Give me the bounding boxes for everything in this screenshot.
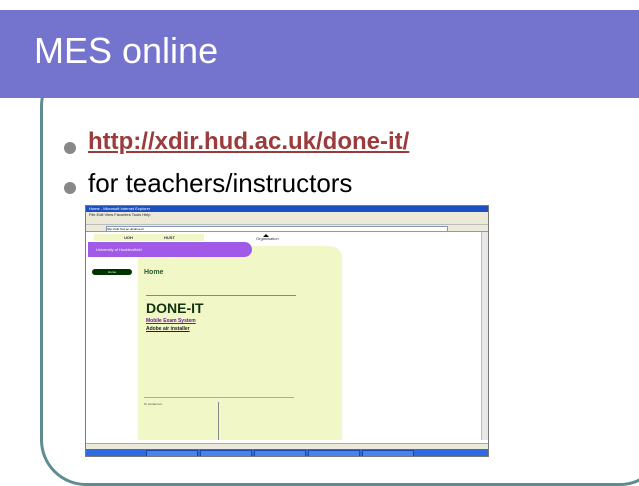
slide-title: MES online (34, 30, 219, 71)
browser-toolbar (86, 217, 488, 225)
contact-heading: To contact us: (144, 402, 163, 406)
divider (144, 397, 294, 398)
bullet-icon (64, 142, 76, 154)
browser-scrollbar (481, 232, 488, 440)
taskbar-button (146, 450, 198, 456)
taskbar-button (254, 450, 306, 456)
site-tabs: UOH HUST (94, 234, 204, 241)
audience-text: for teachers/instructors (88, 168, 353, 198)
university-band: University of Huddersfield (88, 242, 252, 257)
home-heading: Home (144, 269, 164, 276)
adobe-air-link: Adobe air installer (146, 326, 190, 332)
taskbar-button (200, 450, 252, 456)
divider (146, 295, 296, 296)
done-it-link[interactable]: http://xdir.hud.ac.uk/done-it/ (88, 128, 409, 156)
org-label: Organisation (256, 236, 279, 241)
contact-address (144, 415, 204, 435)
bullet-icon (64, 182, 76, 194)
taskbar-button (362, 450, 414, 456)
browser-address-bar: http://xdir.hud.ac.uk/done-it/ (86, 225, 488, 232)
mobile-exam-link: Mobile Exam System (146, 318, 196, 324)
tab-hust: HUST (164, 235, 175, 240)
content-panel (138, 246, 342, 440)
tab-uoh: UOH (124, 235, 133, 240)
done-it-heading: DONE-IT (146, 300, 204, 316)
taskbar-button (308, 450, 360, 456)
browser-page: UOH HUST Organisation University of Hudd… (86, 232, 482, 440)
embedded-browser-screenshot: Home - Microsoft Internet Explorer File … (85, 205, 489, 457)
home-nav-button: Home (92, 269, 132, 275)
divider-vertical (218, 402, 219, 440)
